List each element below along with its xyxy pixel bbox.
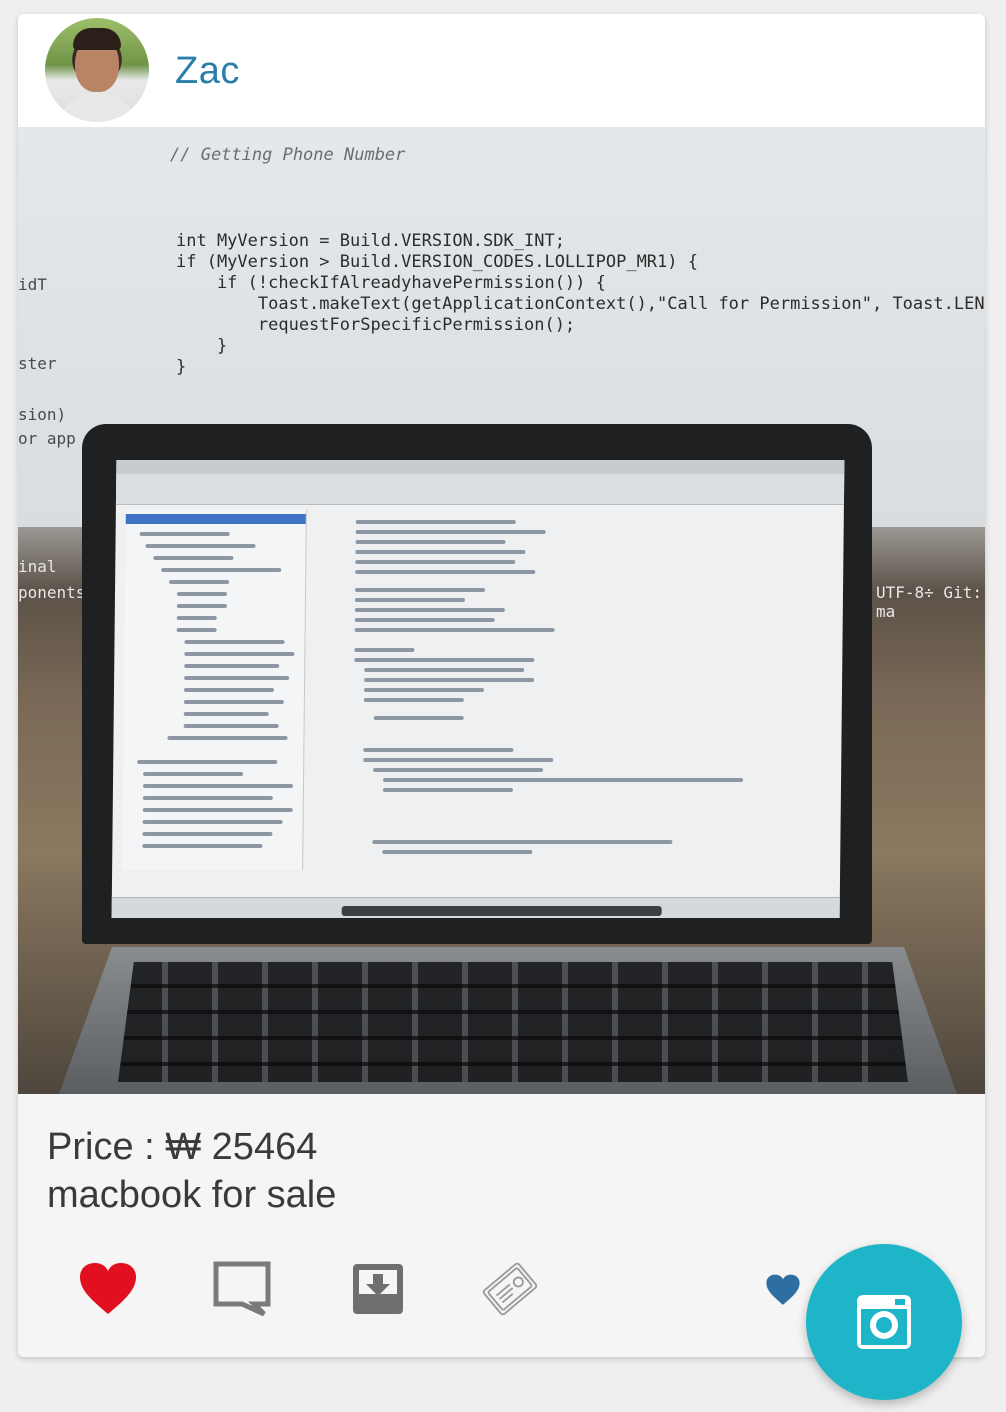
- code-line: Toast.makeText(getApplicationContext(),"…: [176, 294, 985, 314]
- price-label: Price : ₩ 25464: [47, 1126, 318, 1168]
- save-button[interactable]: [348, 1259, 408, 1319]
- camera-fab-button[interactable]: [806, 1244, 962, 1400]
- post-card: Zac // Getting Phone Number int MyVersio…: [18, 14, 985, 1357]
- username[interactable]: Zac: [175, 50, 240, 93]
- code-line: requestForSpecificPermission();: [176, 315, 576, 335]
- favorite-button[interactable]: [758, 1270, 808, 1310]
- code-line: if (MyVersion > Build.VERSION_CODES.LOLL…: [176, 252, 698, 272]
- edge-text: inal: [18, 557, 57, 576]
- edge-text: ster: [18, 354, 57, 373]
- code-line: int MyVersion = Build.VERSION.SDK_INT;: [176, 231, 565, 251]
- edge-text: idT: [18, 275, 47, 294]
- like-button[interactable]: [78, 1259, 138, 1319]
- heart-icon: [766, 1274, 800, 1305]
- post-photo[interactable]: // Getting Phone Number int MyVersion = …: [18, 127, 985, 1094]
- code-line: if (!checkIfAlreadyhavePermission()) {: [176, 273, 606, 293]
- camera-icon: [857, 1295, 911, 1349]
- keyboard-keys: [118, 962, 908, 1082]
- edge-text: or app: [18, 429, 76, 448]
- laptop-screen: [111, 460, 845, 918]
- edge-text: sion): [18, 405, 67, 424]
- code-line: }: [176, 357, 187, 377]
- comment-button[interactable]: [212, 1259, 272, 1319]
- contact-card-icon: [482, 1262, 538, 1316]
- edge-text: UTF-8÷ Git: ma: [876, 583, 982, 621]
- avatar[interactable]: [45, 18, 149, 122]
- post-title: macbook for sale: [47, 1174, 337, 1216]
- edge-text: ponents: [18, 583, 86, 602]
- code-comment: // Getting Phone Number: [170, 145, 406, 165]
- code-line: }: [176, 336, 228, 356]
- comment-icon: [213, 1261, 271, 1317]
- heart-icon: [80, 1263, 136, 1314]
- contact-button[interactable]: [480, 1259, 540, 1319]
- download-icon: [353, 1264, 403, 1314]
- post-header: Zac: [18, 14, 985, 127]
